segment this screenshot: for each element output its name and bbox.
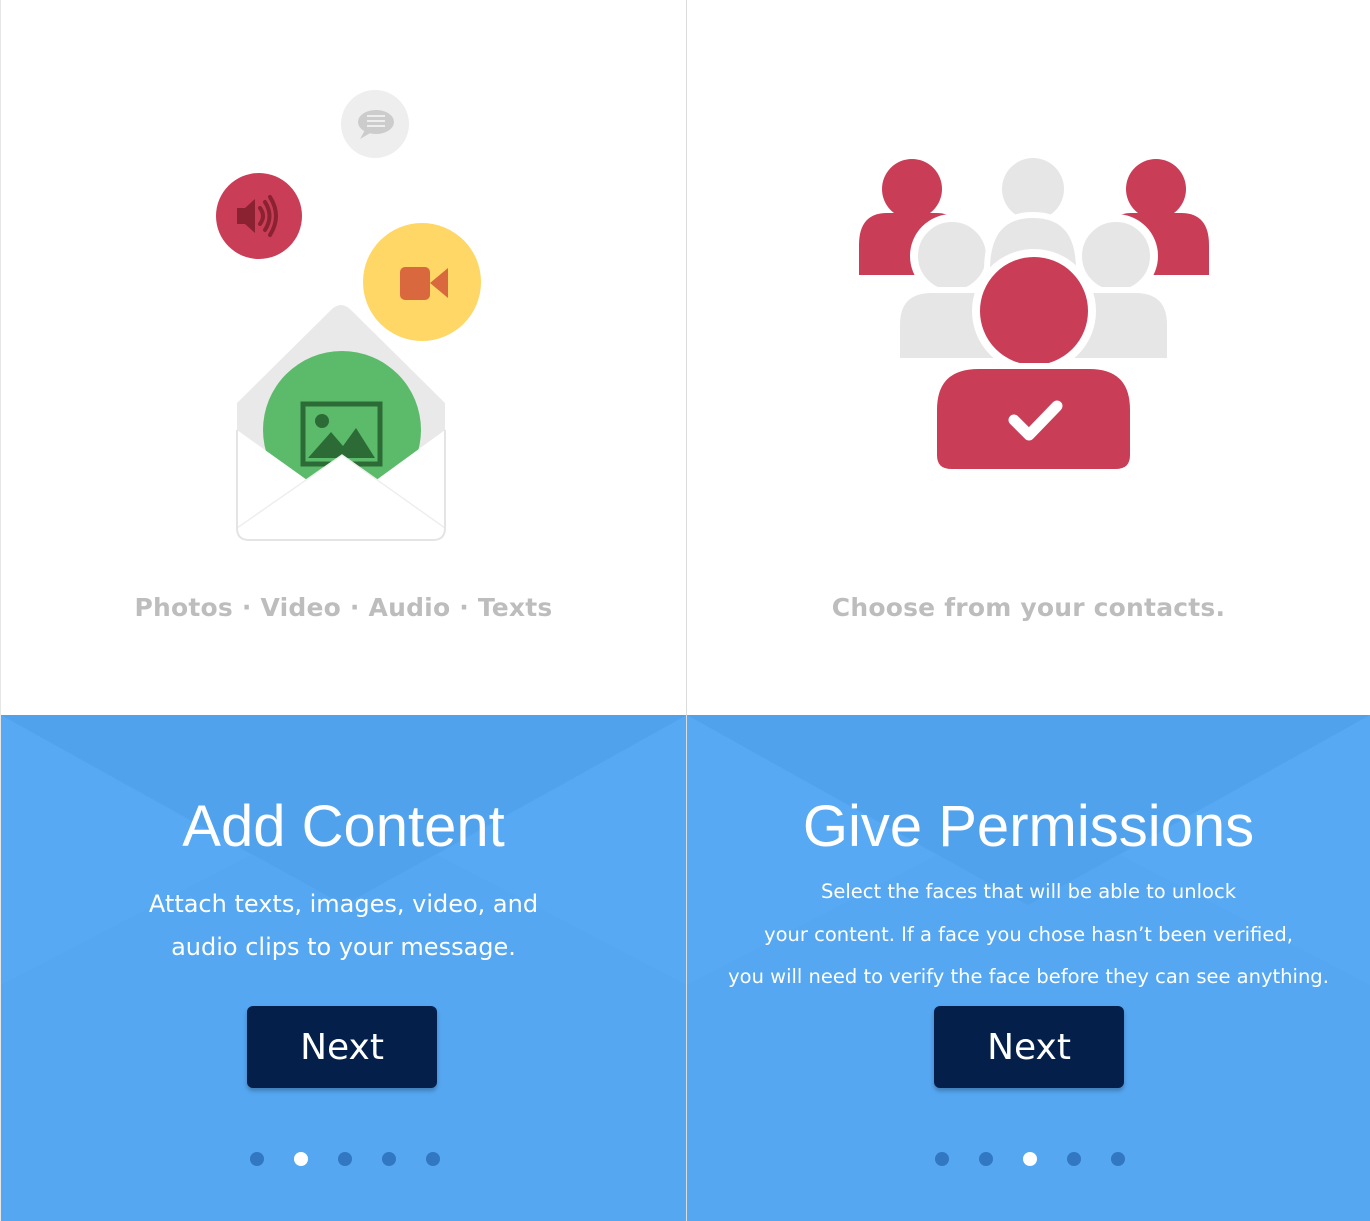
pagination-dot[interactable]: [338, 1152, 352, 1166]
description-line: Attach texts, images, video, and: [148, 890, 539, 918]
slide-description: Attach texts, images, video, and audio c…: [1, 883, 686, 969]
pagination-dot-active[interactable]: [294, 1152, 308, 1166]
contacts-group-icon: [859, 158, 1209, 475]
slide-description: Select the faces that will be able to un…: [687, 871, 1370, 999]
next-button[interactable]: Next: [247, 1006, 437, 1088]
pagination-dot[interactable]: [979, 1152, 993, 1166]
slide-info-card: Give Permissions Select the faces that w…: [687, 715, 1370, 1221]
description-line: audio clips to your message.: [171, 933, 516, 961]
slide-title: Give Permissions: [802, 794, 1255, 859]
pagination-dot[interactable]: [1111, 1152, 1125, 1166]
video-camera-icon: [363, 223, 481, 341]
contacts-caption: Choose from your contacts.: [831, 593, 1226, 622]
next-button[interactable]: Next: [934, 1006, 1124, 1088]
speaker-icon: [216, 173, 302, 259]
slide-title: Add Content: [182, 794, 505, 859]
pagination-dot[interactable]: [250, 1152, 264, 1166]
features-caption: Photos · Video · Audio · Texts: [134, 593, 553, 622]
pagination-dot[interactable]: [426, 1152, 440, 1166]
pagination-dot-active[interactable]: [1023, 1152, 1037, 1166]
pagination-dot[interactable]: [935, 1152, 949, 1166]
onboarding-slide-add-content: Photos · Video · Audio · Texts Add Conte…: [0, 0, 686, 1221]
contacts-illustration: [859, 158, 1209, 475]
description-line: Select the faces that will be able to un…: [820, 880, 1236, 903]
description-line: you will need to verify the face before …: [728, 965, 1329, 988]
chat-bubble-icon: [341, 90, 409, 158]
panel-divider: [686, 0, 687, 1221]
illustration-area: Choose from your contacts.: [687, 0, 1370, 715]
pagination-dot[interactable]: [382, 1152, 396, 1166]
pagination-dot[interactable]: [1067, 1152, 1081, 1166]
add-content-illustration: [216, 90, 481, 541]
slide-info-card: Add Content Attach texts, images, video,…: [1, 715, 686, 1221]
description-line: your content. If a face you chose hasn’t…: [764, 922, 1293, 946]
illustration-area: Photos · Video · Audio · Texts: [1, 0, 686, 715]
onboarding-slide-give-permissions: Choose from your contacts. Give Permissi…: [687, 0, 1370, 1221]
